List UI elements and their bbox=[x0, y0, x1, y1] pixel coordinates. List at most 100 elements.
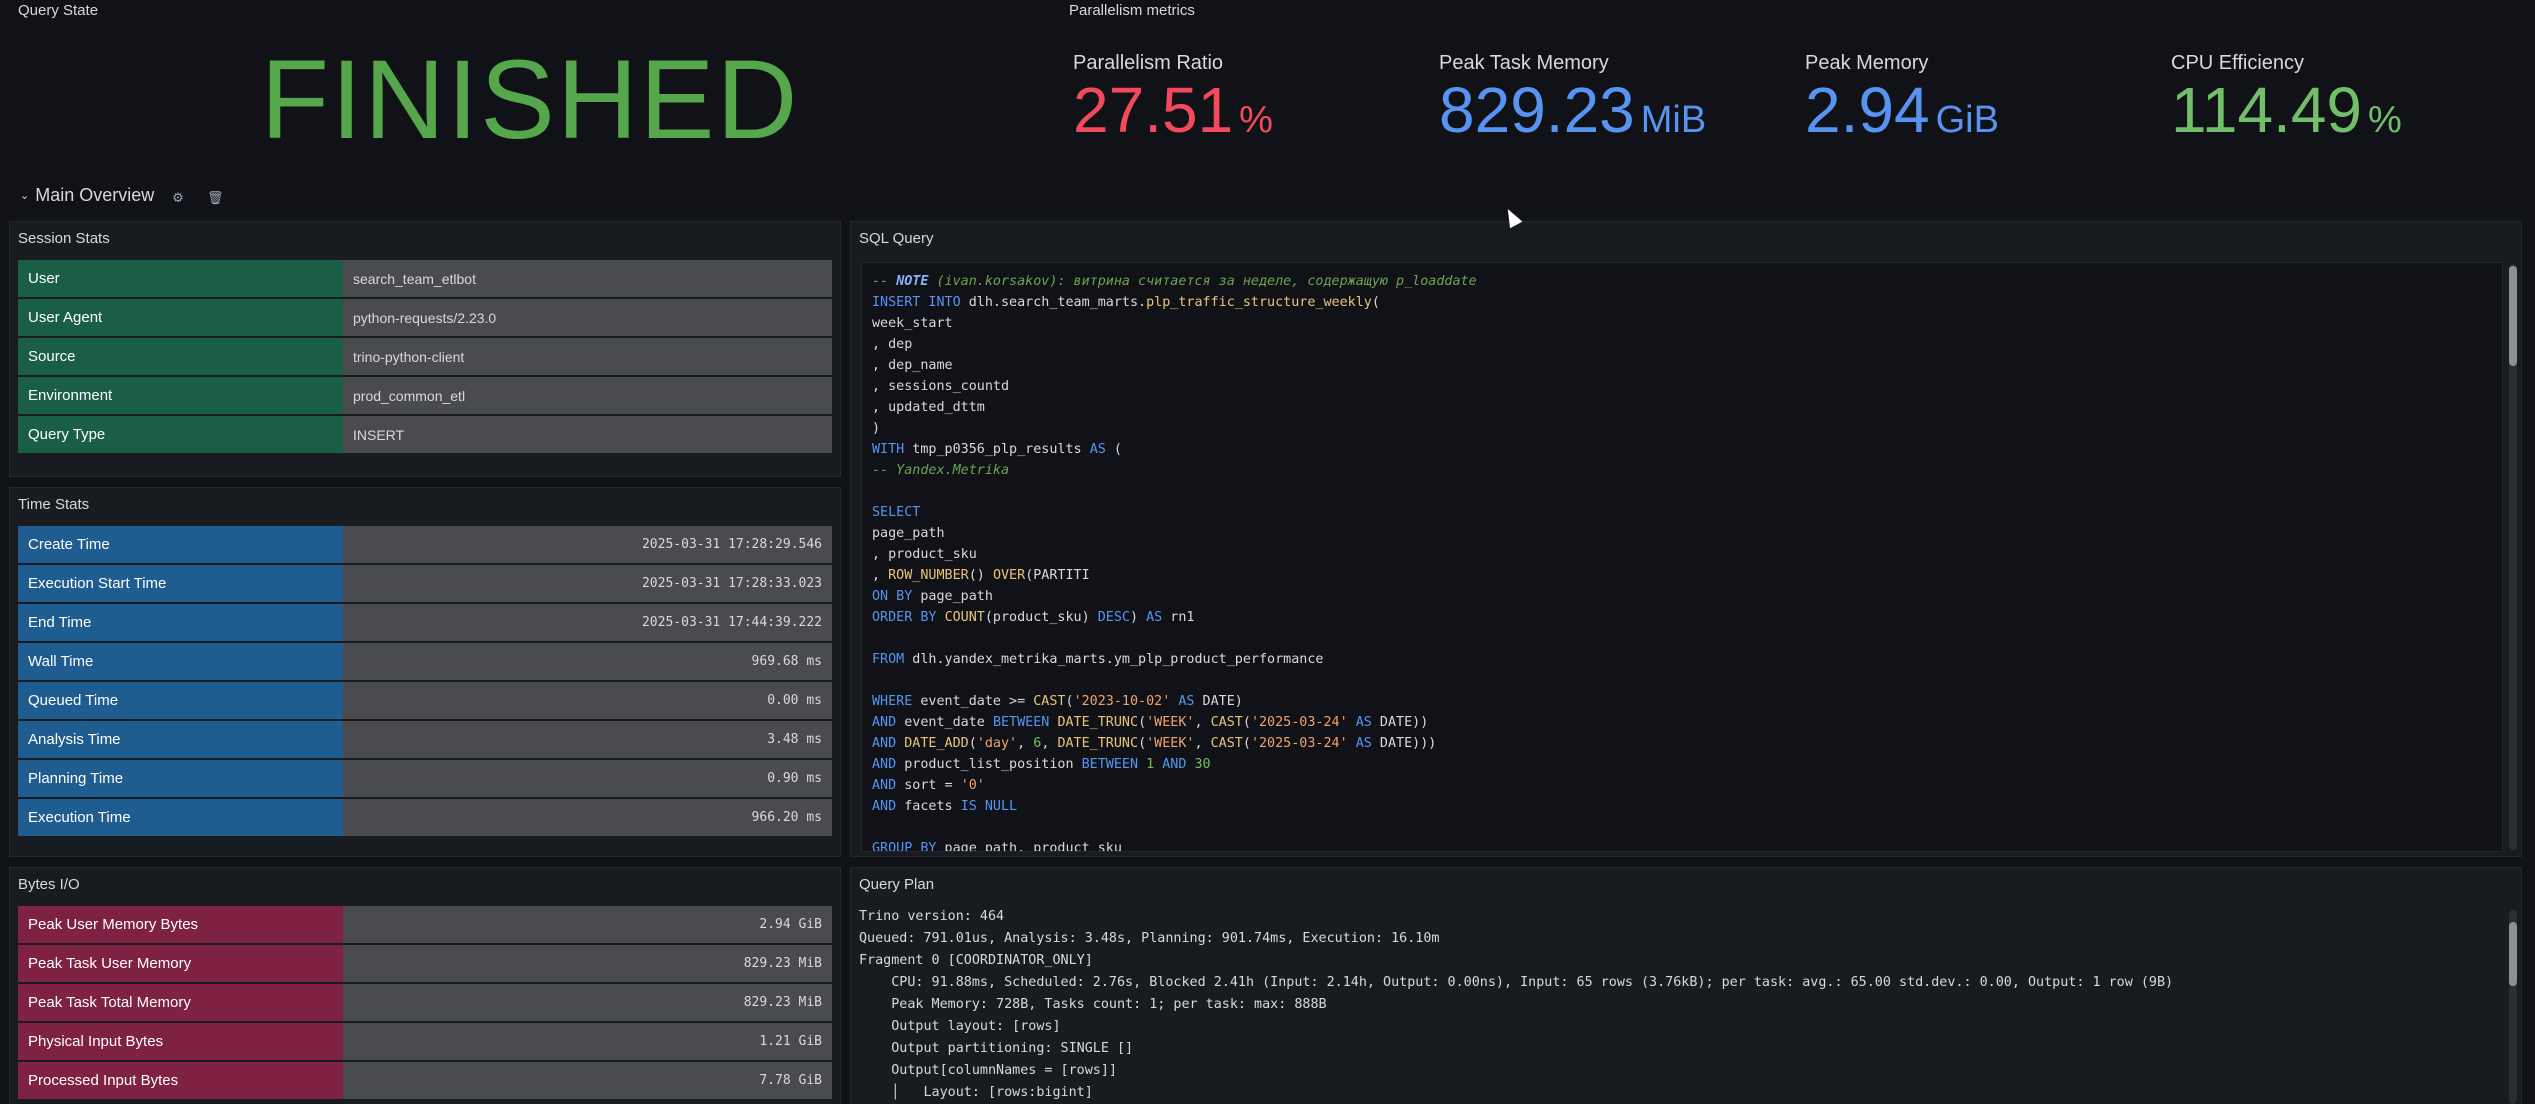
code-token: 1 bbox=[1146, 757, 1155, 772]
code-token: DATE_TRUNC bbox=[1057, 715, 1139, 730]
row-key: Planning Time bbox=[18, 760, 343, 797]
code-token: tmp_p0356_plp_results bbox=[904, 442, 1090, 457]
code-token: (product_sku) bbox=[984, 610, 1098, 625]
code-token: (ivan.korsakov): витрина считается за не… bbox=[928, 274, 1477, 289]
bytes-io-title: Bytes I/O bbox=[18, 876, 80, 893]
time-stats-panel: Time Stats Create Time 2025-03-31 17:28:2… bbox=[9, 487, 841, 857]
stat-number: 27.51 bbox=[1073, 74, 1234, 146]
code-token: AND bbox=[872, 736, 897, 751]
code-token: plp_traffic_structure_weekly bbox=[1146, 295, 1372, 310]
code-line: page_path bbox=[872, 523, 2492, 544]
table-row: Environment prod_common_etl bbox=[18, 377, 832, 414]
row-key: Create Time bbox=[18, 526, 343, 563]
code-line: INSERT INTO dlh.search_team_marts.plp_tr… bbox=[872, 292, 2492, 313]
stat-unit: GiB bbox=[1935, 99, 1999, 141]
code-token: WITH bbox=[872, 442, 905, 457]
row-value: 2025-03-31 17:44:39.222 bbox=[343, 604, 832, 641]
sql-query-title: SQL Query bbox=[859, 230, 934, 247]
row-value: 2.94 GiB bbox=[343, 906, 832, 943]
code-line: , sessions_countd bbox=[872, 376, 2492, 397]
code-token: ) bbox=[872, 421, 881, 436]
code-token: BETWEEN bbox=[1081, 757, 1139, 772]
code-token: () bbox=[968, 568, 993, 583]
code-token: '2023-10-02' bbox=[1073, 694, 1171, 709]
code-token: '2025-03-24' bbox=[1250, 715, 1348, 730]
main-overview-row[interactable]: ⌄ Main Overview bbox=[20, 185, 154, 206]
gear-icon[interactable]: ⚙ bbox=[170, 190, 186, 206]
code-token: rn1 bbox=[1162, 610, 1195, 625]
code-token: , bbox=[1194, 736, 1211, 751]
code-token: AND bbox=[872, 715, 897, 730]
row-key: Peak User Memory Bytes bbox=[18, 906, 343, 943]
sql-scrollbar[interactable] bbox=[2509, 264, 2517, 850]
code-line: ON BY page_path bbox=[872, 586, 2492, 607]
row-value: INSERT bbox=[343, 416, 832, 453]
table-row: Queued Time 0.00 ms bbox=[18, 682, 832, 719]
code-token: COUNT bbox=[944, 610, 985, 625]
session-stats-table: User search_team_etlbot User Agent python-r… bbox=[18, 260, 832, 455]
plan-scrollbar[interactable] bbox=[2509, 910, 2517, 1104]
trash-icon[interactable]: 🗑 bbox=[207, 190, 224, 206]
code-token: , sessions_countd bbox=[872, 379, 1010, 394]
table-row: User Agent python-requests/2.23.0 bbox=[18, 299, 832, 336]
plan-line: │ Layout: [rows:bigint] bbox=[859, 1085, 1093, 1100]
table-row: Processed Input Bytes 7.78 GiB bbox=[18, 1062, 832, 1099]
session-stats-title: Session Stats bbox=[18, 230, 110, 247]
code-line: -- NOTE (ivan.korsakov): витрина считает… bbox=[872, 271, 2492, 292]
parallelism-title: Parallelism metrics bbox=[1069, 2, 1195, 19]
code-token: -- Yandex.Metrika bbox=[872, 463, 1010, 478]
row-key: Query Type bbox=[18, 416, 343, 453]
code-token: , dep_name bbox=[872, 358, 953, 373]
code-token: ( bbox=[1371, 295, 1380, 310]
code-token: ( bbox=[1242, 736, 1251, 751]
code-token: (PARTITI bbox=[1025, 568, 1090, 583]
code-token: DATE_TRUNC bbox=[1057, 736, 1139, 751]
sql-scrollbar-thumb[interactable] bbox=[2509, 266, 2517, 366]
code-token: product_list_position bbox=[896, 757, 1082, 772]
row-value: 2025-03-31 17:28:33.023 bbox=[343, 565, 832, 602]
code-token: AS bbox=[1178, 694, 1195, 709]
stat-label: CPU Efficiency bbox=[2171, 52, 2305, 74]
code-token: ( bbox=[1105, 442, 1122, 457]
code-token: DATE))) bbox=[1371, 736, 1437, 751]
row-key: Source bbox=[18, 338, 343, 375]
stat-label: Peak Memory bbox=[1805, 52, 1929, 74]
row-value: search_team_etlbot bbox=[343, 260, 832, 297]
chevron-down-icon[interactable]: ⌄ bbox=[20, 189, 29, 202]
query-plan-text[interactable]: Trino version: 464 Queued: 791.01us, Anal… bbox=[859, 906, 2503, 1104]
code-token: AND bbox=[872, 757, 897, 772]
code-token: CAST bbox=[1210, 736, 1243, 751]
sql-code-editor[interactable]: -- NOTE (ivan.korsakov): витрина считает… bbox=[861, 262, 2503, 852]
table-row: Peak User Memory Bytes 2.94 GiB bbox=[18, 906, 832, 943]
row-value: 0.00 ms bbox=[343, 682, 832, 719]
code-token: IS NULL bbox=[960, 799, 1018, 814]
row-key: End Time bbox=[18, 604, 343, 641]
code-token: facets bbox=[896, 799, 961, 814]
row-value: 3.48 ms bbox=[343, 721, 832, 758]
plan-line: Output[columnNames = [rows]] bbox=[859, 1063, 1117, 1078]
row-key: Peak Task Total Memory bbox=[18, 984, 343, 1021]
table-row: Planning Time 0.90 ms bbox=[18, 760, 832, 797]
code-token: , bbox=[1041, 736, 1058, 751]
table-row: Source trino-python-client bbox=[18, 338, 832, 375]
row-key: User bbox=[18, 260, 343, 297]
plan-line: Trino version: 464 bbox=[859, 909, 1005, 924]
query-plan-title: Query Plan bbox=[859, 876, 935, 893]
table-row: Peak Task User Memory 829.23 MiB bbox=[18, 945, 832, 982]
code-line: -- Yandex.Metrika bbox=[872, 460, 2492, 481]
code-token: 'day' bbox=[976, 736, 1018, 751]
time-stats-table: Create Time 2025-03-31 17:28:29.546 Execut… bbox=[18, 526, 832, 838]
code-token: DATE_ADD bbox=[904, 736, 969, 751]
row-key: User Agent bbox=[18, 299, 343, 336]
code-token: page_path bbox=[912, 589, 993, 604]
row-key: Processed Input Bytes bbox=[18, 1062, 343, 1099]
table-row: End Time 2025-03-31 17:44:39.222 bbox=[18, 604, 832, 641]
table-row: Execution Time 966.20 ms bbox=[18, 799, 832, 836]
code-token: ON BY bbox=[872, 589, 913, 604]
plan-scrollbar-thumb[interactable] bbox=[2509, 922, 2517, 986]
